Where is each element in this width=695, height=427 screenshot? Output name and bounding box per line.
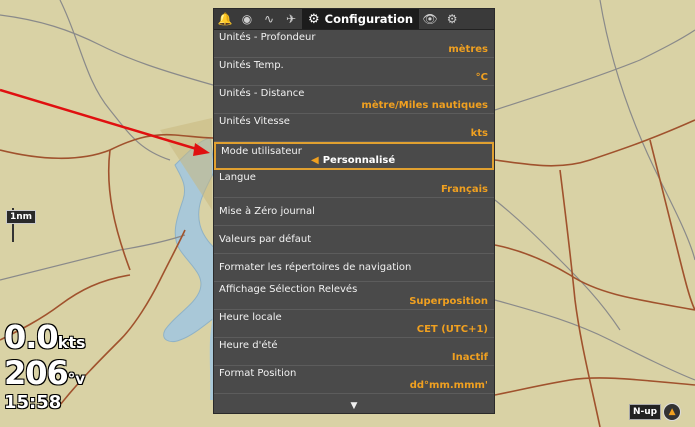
gear-icon: ⚙ [308,11,320,27]
heading-value: 206 [4,354,69,392]
menu-item-label: Format Position [219,368,297,379]
menu-item-value: Superposition [409,296,488,307]
menu-tabs: 🔔 ◉ ∿ ✈ ⚙ Configuration 👁 ⚙ [214,9,494,30]
map-scale: 1nm [6,210,37,224]
menu-item-value: °C [475,72,488,83]
menu-item-label: Unités - Distance [219,88,305,99]
tab-configuration-label: Configuration [324,12,414,26]
menu-item-format-directories[interactable]: Formater les répertoires de navigation [214,254,494,282]
menu-item-label: Heure locale [219,312,282,323]
orientation-indicator[interactable]: N-up ▲ [629,403,682,421]
menu-item-local-time[interactable]: Heure locale CET (UTC+1) [214,310,494,338]
menu-item-value: Personnalisé [322,155,396,166]
menu-item-language[interactable]: Langue Français [214,170,494,198]
speed-readout: 0.0kts [4,318,86,356]
configuration-menu: 🔔 ◉ ∿ ✈ ⚙ Configuration 👁 ⚙ Unités - Pro… [213,8,495,414]
menu-item-label: Unités Temp. [219,60,284,71]
menu-item-value: kts [470,128,488,139]
menu-item-label: Unités Vitesse [219,116,290,127]
chartplotter-screen: 1nm 🔔 ◉ ∿ ✈ ⚙ Configuration 👁 ⚙ Unités -… [0,0,695,427]
menu-item-label: Unités - Profondeur [219,32,316,43]
menu-item-value: dd°mm.mmm' [409,380,488,391]
menu-item-label: Mise à Zéro journal [219,206,315,217]
speed-unit: kts [57,333,86,352]
menu-item-value: mètres [448,44,488,55]
menu-item-speed-units[interactable]: Unités Vitesse kts [214,114,494,142]
menu-item-label: Langue [219,172,256,183]
bell-icon[interactable]: 🔔 [214,9,236,29]
menu-item-soundings-display[interactable]: Affichage Sélection Relevés Superpositio… [214,282,494,310]
menu-item-label: Heure d'été [219,340,278,351]
menu-item-value-selector[interactable]: ◀ Personnalisé [311,155,395,166]
speed-value: 0.0 [4,318,59,356]
menu-item-value: Français [440,184,488,195]
boat-icon[interactable]: ✈ [280,9,302,29]
north-arrow-icon: ▲ [663,403,682,421]
clock-readout: 15:58 [4,392,62,413]
menu-item-position-format[interactable]: Format Position dd°mm.mmm' [214,366,494,394]
menu-item-distance-units[interactable]: Unités - Distance mètre/Miles nautiques [214,86,494,114]
scroll-down-icon[interactable]: ▼ [214,401,494,411]
sonar-icon[interactable]: ∿ [258,9,280,29]
menu-item-depth-units[interactable]: Unités - Profondeur mètres [214,30,494,58]
accessories-icon[interactable]: ⚙ [441,9,463,29]
menu-item-user-mode[interactable]: Mode utilisateur ◀ Personnalisé [214,142,494,170]
eye-icon[interactable]: 👁 [419,9,441,29]
menu-item-value: CET (UTC+1) [416,324,488,335]
menu-item-dst[interactable]: Heure d'été Inactif [214,338,494,366]
compass-icon[interactable]: ◉ [236,9,258,29]
chevron-left-icon[interactable]: ◀ [311,155,319,166]
menu-item-label: Formater les répertoires de navigation [219,262,412,273]
menu-item-reset-log[interactable]: Mise à Zéro journal [214,198,494,226]
menu-item-value: mètre/Miles nautiques [361,100,488,111]
menu-item-label: Valeurs par défaut [219,234,312,245]
heading-unit: °v [67,370,86,388]
orientation-label: N-up [629,404,662,420]
menu-item-value: Inactif [451,352,488,363]
menu-item-temp-units[interactable]: Unités Temp. °C [214,58,494,86]
menu-item-label: Mode utilisateur [221,146,302,157]
menu-item-defaults[interactable]: Valeurs par défaut [214,226,494,254]
menu-item-label: Affichage Sélection Relevés [219,284,358,295]
heading-readout: 206°v [4,354,85,392]
tab-configuration[interactable]: ⚙ Configuration [302,9,420,29]
